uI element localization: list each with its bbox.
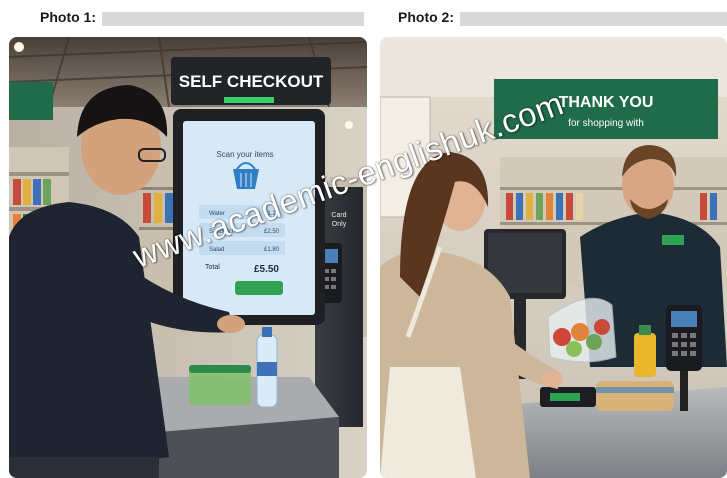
screen-title: Scan your items	[216, 150, 273, 159]
total-label: Total	[205, 264, 220, 271]
photo1-caption: Photo 1:	[40, 9, 96, 25]
tote-bag	[380, 367, 476, 478]
banner-line1: THANK YOU	[559, 94, 654, 111]
self-checkout-sign-text: SELF CHECKOUT	[179, 72, 324, 91]
photo2-caption: Photo 2:	[398, 9, 454, 25]
total-value: £5.50	[254, 264, 279, 275]
item-price-salad: £1.80	[264, 247, 280, 253]
bread-package	[596, 381, 674, 411]
photo2-caption-redaction	[460, 12, 727, 26]
store-sign	[9, 82, 53, 120]
banner-line2: for shopping with	[568, 118, 644, 129]
photo1-caption-redaction	[102, 12, 364, 26]
self-checkout-sign: SELF CHECKOUT	[171, 57, 331, 105]
juice-bottle	[634, 333, 656, 377]
